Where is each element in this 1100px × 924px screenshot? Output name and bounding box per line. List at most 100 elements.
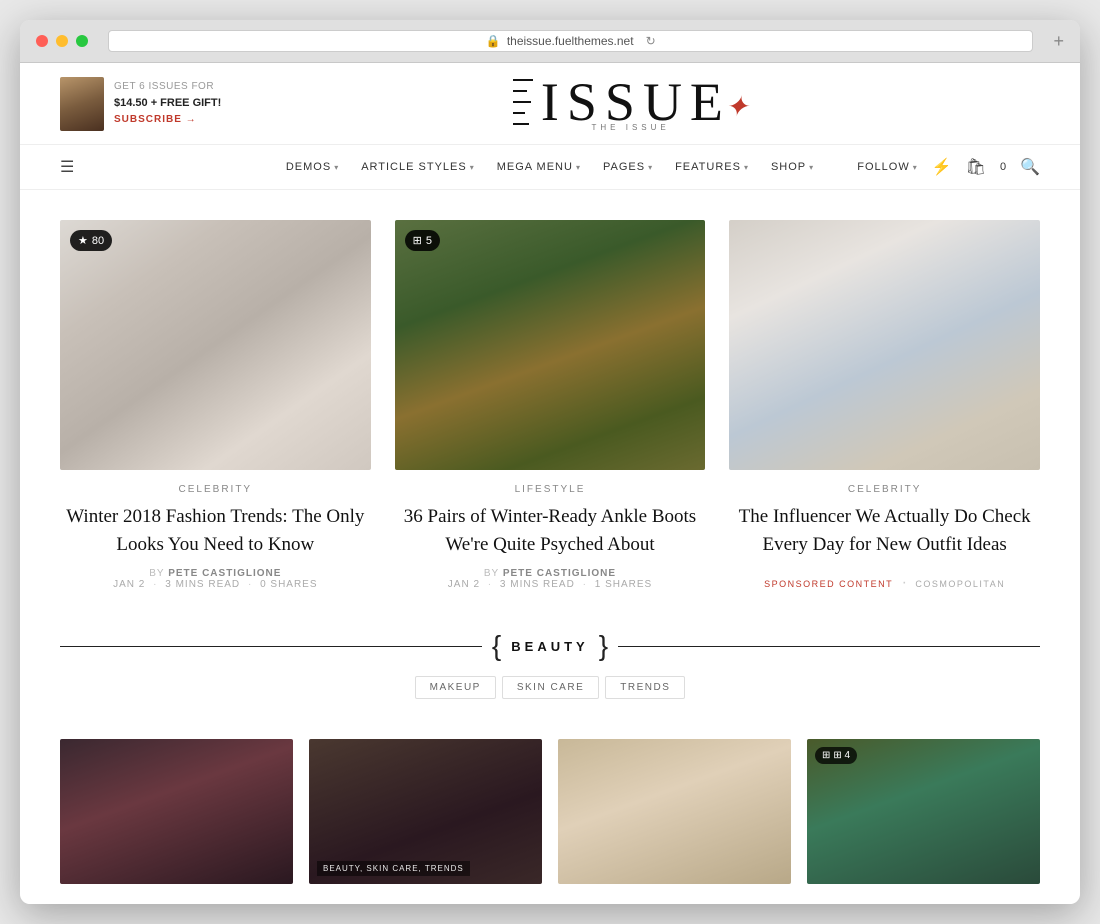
hamburger-menu[interactable]: ☰	[60, 157, 74, 177]
article-badge: ⊞ ⊞ 4	[815, 747, 857, 764]
chevron-down-icon: ▾	[576, 163, 581, 172]
rss-icon[interactable]: ⚡	[932, 157, 952, 177]
left-brace: {	[492, 632, 501, 660]
article-shares: 0 SHARES	[260, 579, 317, 590]
logo-barcode	[513, 79, 533, 125]
tab-skin-care[interactable]: SKIN CARE	[502, 676, 599, 699]
tab-trends[interactable]: TRENDS	[605, 676, 685, 699]
star-icon: ★	[78, 234, 88, 247]
article-image[interactable]: ⊞ 5	[395, 220, 706, 470]
logo-text: ISSUE	[541, 75, 731, 129]
bottom-grid: BEAUTY, SKIN CARE, TRENDS ⊞ ⊞ 4	[60, 739, 1040, 884]
section-title-wrap: { BEAUTY }	[482, 632, 618, 660]
badge-count: 5	[426, 235, 432, 247]
article-card: CELEBRITY The Influencer We Actually Do …	[729, 220, 1040, 592]
section-title: BEAUTY	[505, 639, 594, 654]
chevron-down-icon: ▾	[470, 163, 475, 172]
badge-count: 80	[92, 235, 104, 247]
sponsored-pub: COSMOPOLITAN	[915, 579, 1005, 589]
subscription-price: $14.50 + FREE GIFT!	[114, 95, 221, 113]
subscription-text: GET 6 ISSUES FOR $14.50 + FREE GIFT! SUB…	[114, 79, 221, 129]
nav-features[interactable]: FEATURES ▾	[665, 155, 759, 179]
by-label: BY	[149, 568, 164, 579]
nav-right: FOLLOW ▾ ⚡ 🛍 0 🔍	[857, 157, 1040, 177]
bottom-article[interactable]	[60, 739, 293, 884]
article-category: CELEBRITY	[729, 484, 1040, 495]
bottom-article[interactable]: ⊞ ⊞ 4	[807, 739, 1040, 884]
article-tag: BEAUTY, SKIN CARE, TRENDS	[317, 861, 470, 876]
logo-accent: ✦	[725, 90, 748, 124]
bottom-article[interactable]	[558, 739, 791, 884]
nav-pages[interactable]: PAGES ▾	[593, 155, 663, 179]
article-meta: BY PETE CASTIGLIONE JAN 2 · 3 MINS READ …	[395, 568, 706, 590]
browser-window: 🔒 theissue.fuelthemes.net ↻ + GET 6 ISSU…	[20, 20, 1080, 904]
nav-article-styles[interactable]: ARTICLE STYLES ▾	[351, 155, 485, 179]
beauty-section: { BEAUTY } MAKEUP SKIN CARE TRENDS	[20, 612, 1080, 739]
article-card: ⊞ 5 LIFESTYLE 36 Pairs of Winter-Ready A…	[395, 220, 706, 592]
bottom-article[interactable]: BEAUTY, SKIN CARE, TRENDS	[309, 739, 542, 884]
section-line-right	[618, 646, 1040, 647]
badge-count: ⊞ 4	[833, 750, 850, 761]
sponsored-tag: SPONSORED CONTENT	[764, 579, 893, 589]
grid-icon: ⊞	[822, 750, 830, 761]
section-tabs: MAKEUP SKIN CARE TRENDS	[60, 676, 1040, 699]
chevron-down-icon: ▾	[744, 163, 749, 172]
article-title[interactable]: 36 Pairs of Winter-Ready Ankle Boots We'…	[395, 503, 706, 558]
article-shares: 1 SHARES	[595, 579, 652, 590]
url-bar[interactable]: 🔒 theissue.fuelthemes.net ↻	[108, 30, 1033, 52]
main-navigation: ☰ DEMOS ▾ ARTICLE STYLES ▾ MEGA MENU ▾	[20, 145, 1080, 190]
browser-titlebar: 🔒 theissue.fuelthemes.net ↻ +	[20, 20, 1080, 63]
article-category: CELEBRITY	[60, 484, 371, 495]
logo-area: ISSUE ✦ THE ISSUE	[221, 75, 1040, 132]
article-meta: BY PETE CASTIGLIONE JAN 2 · 3 MINS READ …	[60, 568, 371, 590]
tab-makeup[interactable]: MAKEUP	[415, 676, 496, 699]
nav-items: DEMOS ▾ ARTICLE STYLES ▾ MEGA MENU ▾ PAG…	[276, 155, 824, 179]
nav-shop[interactable]: SHOP ▾	[761, 155, 824, 179]
close-button[interactable]	[36, 35, 48, 47]
search-icon[interactable]: 🔍	[1020, 157, 1040, 177]
subscription-area: GET 6 ISSUES FOR $14.50 + FREE GIFT! SUB…	[60, 77, 221, 131]
follow-button[interactable]: FOLLOW ▾	[857, 161, 917, 173]
section-header: { BEAUTY }	[60, 632, 1040, 660]
right-brace: }	[599, 632, 608, 660]
article-card: ★ 80 CELEBRITY Winter 2018 Fashion Trend…	[60, 220, 371, 592]
article-title[interactable]: Winter 2018 Fashion Trends: The Only Loo…	[60, 503, 371, 558]
article-image[interactable]	[729, 220, 1040, 470]
chevron-down-icon: ▾	[334, 163, 339, 172]
logo[interactable]: ISSUE ✦ THE ISSUE	[513, 75, 749, 132]
chevron-down-icon: ▾	[809, 163, 814, 172]
cart-count: 0	[1000, 161, 1006, 173]
maximize-button[interactable]	[76, 35, 88, 47]
article-title[interactable]: The Influencer We Actually Do Check Ever…	[729, 503, 1040, 558]
lock-icon: 🔒	[486, 34, 501, 48]
article-image[interactable]: ★ 80	[60, 220, 371, 470]
article-read-time: 3 MINS READ	[500, 579, 575, 590]
top-bar: GET 6 ISSUES FOR $14.50 + FREE GIFT! SUB…	[20, 63, 1080, 145]
chevron-down-icon: ▾	[648, 163, 653, 172]
nav-demos[interactable]: DEMOS ▾	[276, 155, 349, 179]
article-overlay: BEAUTY, SKIN CARE, TRENDS	[309, 850, 542, 884]
minimize-button[interactable]	[56, 35, 68, 47]
article-date: JAN 2	[113, 579, 145, 590]
by-label: BY	[484, 568, 499, 579]
nav-mega-menu[interactable]: MEGA MENU ▾	[487, 155, 591, 179]
new-tab-button[interactable]: +	[1053, 31, 1064, 52]
grid-icon: ⊞	[413, 234, 422, 247]
article-author: PETE CASTIGLIONE	[503, 568, 616, 579]
articles-grid: ★ 80 CELEBRITY Winter 2018 Fashion Trend…	[60, 220, 1040, 592]
site-content: GET 6 ISSUES FOR $14.50 + FREE GIFT! SUB…	[20, 63, 1080, 904]
article-author: PETE CASTIGLIONE	[168, 568, 281, 579]
cart-icon[interactable]: 🛍	[966, 157, 986, 177]
section-line-left	[60, 646, 482, 647]
article-badge: ⊞ 5	[405, 230, 440, 251]
bottom-articles: BEAUTY, SKIN CARE, TRENDS ⊞ ⊞ 4	[20, 739, 1080, 904]
article-sponsored: SPONSORED CONTENT · COSMOPOLITAN	[729, 574, 1040, 592]
article-read-time: 3 MINS READ	[165, 579, 240, 590]
article-date: JAN 2	[448, 579, 480, 590]
subscription-label: GET 6 ISSUES FOR	[114, 79, 221, 95]
subscribe-link[interactable]: SUBSCRIBE →	[114, 114, 197, 125]
article-badge: ★ 80	[70, 230, 112, 251]
refresh-icon[interactable]: ↻	[646, 34, 656, 48]
url-text: theissue.fuelthemes.net	[507, 34, 634, 48]
article-category: LIFESTYLE	[395, 484, 706, 495]
